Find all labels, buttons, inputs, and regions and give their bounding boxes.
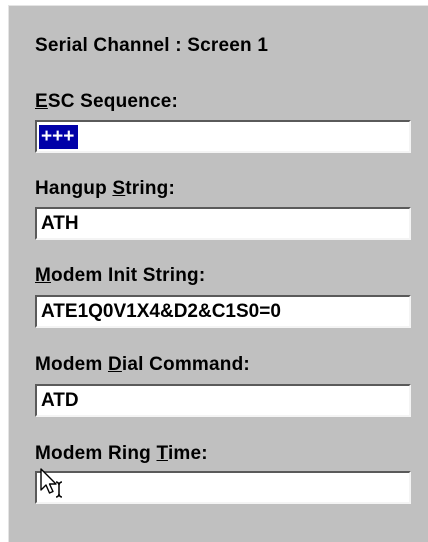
panel-heading: Serial Channel : Screen 1 <box>35 35 269 56</box>
esc-sequence-label-text: SC Sequence: <box>47 91 179 112</box>
modem-ring-time-accel: T <box>156 443 168 464</box>
hangup-string-label: Hangup String: <box>35 178 175 200</box>
hangup-string-accel: S <box>112 178 126 199</box>
serial-channel-panel: Serial Channel : Screen 1 ESC Sequence: … <box>8 5 428 542</box>
hangup-string-label-text: tring: <box>125 178 176 199</box>
modem-dial-command-label-pre: Modem <box>35 354 108 375</box>
esc-sequence-label: ESC Sequence: <box>35 91 178 113</box>
text-beam-arrow-cursor-icon <box>40 468 63 498</box>
modem-ring-time-label-text: ime: <box>167 443 208 464</box>
modem-dial-command-value: ATD <box>41 390 79 411</box>
modem-dial-command-accel: D <box>107 354 122 375</box>
modem-init-string-label: Modem Init String: <box>35 265 205 287</box>
esc-sequence-value: +++ <box>39 125 79 149</box>
modem-ring-time-field[interactable] <box>35 471 411 504</box>
hangup-string-field[interactable]: ATH <box>35 207 411 240</box>
esc-sequence-accel: E <box>35 91 48 112</box>
modem-init-string-label-text: odem Init String: <box>51 265 206 286</box>
modem-init-string-value: ATE1Q0V1X4&D2&C1S0=0 <box>41 301 281 322</box>
hangup-string-label-pre: Hangup <box>35 178 113 199</box>
modem-ring-time-label: Modem Ring Time: <box>35 443 208 465</box>
modem-init-string-accel: M <box>35 265 52 286</box>
modem-dial-command-label: Modem Dial Command: <box>35 354 250 376</box>
modem-init-string-field[interactable]: ATE1Q0V1X4&D2&C1S0=0 <box>35 295 411 328</box>
modem-dial-command-label-text: ial Command: <box>121 354 250 375</box>
modem-ring-time-label-pre: Modem Ring <box>35 443 157 464</box>
esc-sequence-field[interactable]: +++ <box>35 120 411 153</box>
modem-dial-command-field[interactable]: ATD <box>35 384 411 417</box>
hangup-string-value: ATH <box>41 213 79 234</box>
